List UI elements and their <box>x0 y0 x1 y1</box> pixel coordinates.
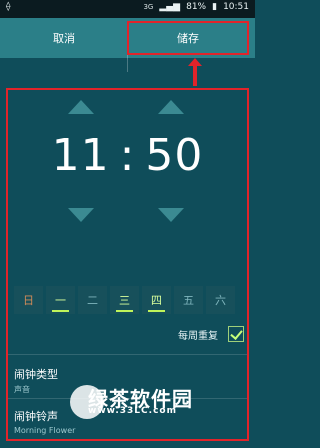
signal-icon: ▂▄▆ <box>159 2 181 12</box>
day-label: 三 <box>119 294 130 307</box>
red-annotation-arrow-icon <box>188 58 202 86</box>
status-time: 10:51 <box>223 2 249 12</box>
cancel-button[interactable]: 取消 <box>0 18 128 58</box>
save-button[interactable]: 储存 <box>127 21 249 55</box>
battery-icon: ▮ <box>212 2 218 12</box>
day-mon[interactable]: 一 <box>46 286 75 314</box>
alarm-type-title: 闹钟类型 <box>14 368 58 381</box>
usb-icon: ⟠ <box>6 2 11 12</box>
day-fri[interactable]: 五 <box>174 286 203 314</box>
weekday-selector: 日 一 二 三 四 五 六 <box>14 286 241 314</box>
day-tue[interactable]: 二 <box>78 286 107 314</box>
day-sat[interactable]: 六 <box>206 286 235 314</box>
hour-value[interactable]: 11 <box>52 130 110 181</box>
day-label: 六 <box>215 294 226 307</box>
time-display: 11:50 <box>6 130 249 181</box>
day-label: 四 <box>151 294 162 307</box>
status-bar: ⟠ 3G ▂▄▆ 81% ▮ 10:51 <box>0 0 255 18</box>
watermark-logo-icon <box>70 385 104 419</box>
day-thu[interactable]: 四 <box>142 286 171 314</box>
day-label: 一 <box>55 294 66 307</box>
minute-increment-button[interactable] <box>158 100 184 114</box>
watermark-url: www.33LC.com <box>88 406 177 416</box>
battery-percent: 81% <box>186 2 207 12</box>
minute-value[interactable]: 50 <box>145 130 203 181</box>
weekly-repeat-row[interactable]: 每周重复 <box>16 320 244 348</box>
day-label: 二 <box>87 294 98 307</box>
divider <box>8 354 247 355</box>
weekly-repeat-label: 每周重复 <box>178 330 218 342</box>
day-wed[interactable]: 三 <box>110 286 139 314</box>
minute-decrement-button[interactable] <box>158 208 184 222</box>
status-right: 3G ▂▄▆ 81% ▮ 10:51 <box>143 2 249 12</box>
weekly-repeat-checkbox[interactable] <box>228 326 244 342</box>
day-sun[interactable]: 日 <box>14 286 43 314</box>
time-separator: : <box>119 130 136 181</box>
hour-decrement-button[interactable] <box>68 208 94 222</box>
hour-increment-button[interactable] <box>68 100 94 114</box>
time-picker: 11:50 <box>6 90 249 250</box>
top-bar: 取消 储存 <box>0 18 255 72</box>
watermark: 绿茶软件园 www.33LC.com <box>70 383 252 443</box>
signal-text: 3G <box>143 3 154 11</box>
save-label: 储存 <box>177 32 199 45</box>
day-label: 五 <box>183 294 194 307</box>
cancel-label: 取消 <box>53 32 75 45</box>
day-label: 日 <box>23 294 34 307</box>
